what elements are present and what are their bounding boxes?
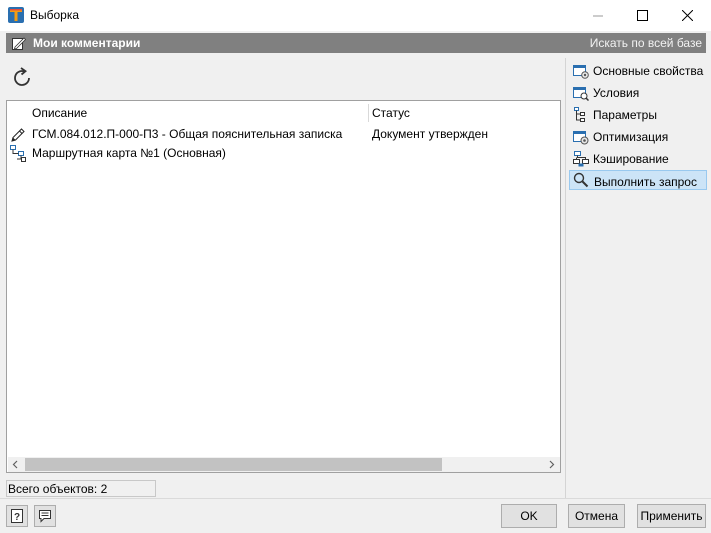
refresh-button[interactable]	[11, 66, 35, 90]
sidebar-item-basic-properties[interactable]: Основные свойства	[569, 61, 707, 81]
minimize-icon	[592, 15, 603, 16]
header-bar: Мои комментарии Искать по всей базе	[6, 33, 706, 53]
close-button[interactable]	[665, 0, 710, 31]
sidebar-item-execute-query[interactable]: Выполнить запрос	[569, 170, 707, 190]
sidebar-item-conditions[interactable]: Условия	[569, 83, 707, 103]
help-button[interactable]: ?	[6, 505, 28, 527]
maximize-button[interactable]	[620, 0, 665, 31]
refresh-icon	[14, 67, 30, 86]
cancel-button[interactable]: Отмена	[568, 504, 625, 528]
scrollbar-thumb[interactable]	[25, 458, 442, 471]
column-header-status[interactable]: Статус	[372, 103, 410, 123]
search-all-link[interactable]: Искать по всей базе	[590, 36, 702, 50]
close-icon	[682, 10, 693, 21]
scroll-right-icon[interactable]	[547, 460, 556, 469]
table-row[interactable]: ГСМ.084.012.П-000-П3 - Общая пояснительн…	[7, 125, 560, 144]
window-title: Выборка	[30, 8, 80, 22]
sidebar-item-label: Основные свойства	[593, 64, 704, 78]
ok-button[interactable]: OK	[501, 504, 557, 528]
row-description: ГСМ.084.012.П-000-П3 - Общая пояснительн…	[32, 127, 343, 141]
apply-button[interactable]: Применить	[637, 504, 706, 528]
sidebar-item-label: Параметры	[593, 108, 657, 122]
panel-divider[interactable]	[565, 58, 566, 498]
footer-divider	[0, 498, 711, 499]
title-bar: Выборка	[0, 0, 711, 31]
sidebar-item-label: Условия	[593, 86, 640, 100]
header-title: Мои комментарии	[33, 36, 141, 50]
svg-text:?: ?	[14, 512, 20, 523]
sidebar-item-optimization[interactable]: Оптимизация	[569, 127, 707, 147]
properties-icon	[573, 65, 589, 79]
comments-edit-icon	[12, 37, 27, 50]
maximize-icon	[637, 10, 648, 21]
sidebar-item-caching[interactable]: Кэширование	[569, 149, 707, 169]
minimize-button[interactable]	[575, 0, 620, 31]
help-icon: ?	[11, 509, 23, 523]
app-logo-icon	[8, 7, 24, 23]
search-icon	[573, 172, 589, 188]
sidebar-item-label: Кэширование	[593, 152, 669, 166]
comment-button[interactable]	[34, 505, 56, 527]
table-row[interactable]: Маршрутная карта №1 (Основная)	[7, 144, 560, 163]
comment-icon	[39, 510, 51, 523]
sidebar-item-parameters[interactable]: Параметры	[569, 105, 707, 125]
results-table: Описание Статус ГСМ.084.012.П-000-П3 - О…	[6, 100, 561, 473]
column-header-description[interactable]: Описание	[32, 103, 87, 123]
horizontal-scrollbar[interactable]	[8, 457, 560, 472]
total-objects-text: Всего объектов: 2	[8, 482, 108, 496]
sidebar-item-label: Выполнить запрос	[594, 175, 697, 189]
column-separator[interactable]	[368, 104, 369, 122]
parameters-icon	[574, 107, 585, 122]
optimization-icon	[573, 131, 589, 145]
pencil-icon	[11, 128, 25, 142]
caching-icon	[573, 151, 589, 167]
scroll-left-icon[interactable]	[11, 460, 20, 469]
status-bar: Всего объектов: 2	[6, 480, 156, 497]
conditions-icon	[573, 87, 589, 101]
row-status: Документ утвержден	[372, 127, 488, 141]
route-map-icon	[10, 145, 26, 162]
row-description: Маршрутная карта №1 (Основная)	[32, 146, 226, 160]
sidebar-item-label: Оптимизация	[593, 130, 669, 144]
